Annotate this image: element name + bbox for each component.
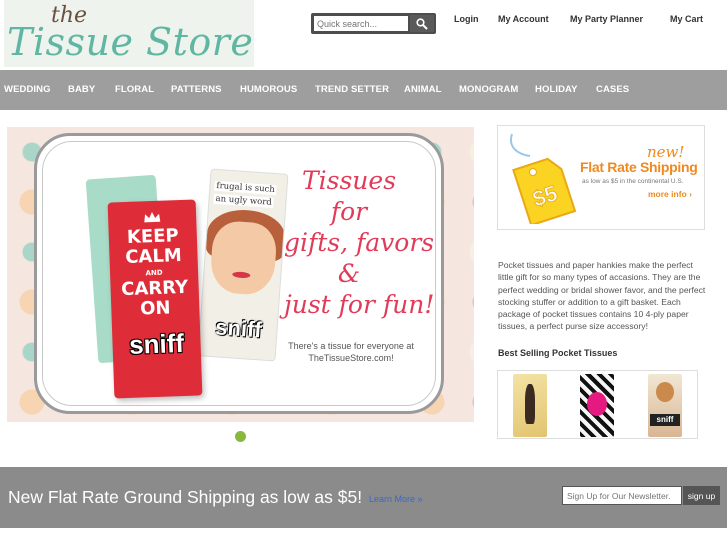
flat-rate-promo[interactable]: $5 new! Flat Rate Shipping as low as $5 … xyxy=(497,125,705,230)
promo-more-link[interactable]: more info › xyxy=(648,189,692,199)
product-thumb-2[interactable] xyxy=(580,374,614,437)
search-icon xyxy=(416,17,428,30)
tagline-line1: Tissues xyxy=(301,166,397,195)
login-link[interactable]: Login xyxy=(454,14,479,24)
product-thumb-3[interactable]: sniff xyxy=(648,374,682,437)
logo-title: Tissue Store xyxy=(7,20,254,64)
party-planner-link[interactable]: My Party Planner xyxy=(570,14,643,24)
price-tag-icon: $5 xyxy=(510,133,577,224)
nav-item-patterns[interactable]: PATTERNS xyxy=(171,84,222,95)
site-header: the Tissue Store Login My Account My Par… xyxy=(0,0,727,70)
site-logo[interactable]: the Tissue Store xyxy=(4,0,254,67)
nav-item-humorous[interactable]: HUMOROUS xyxy=(240,84,297,95)
promo-subtitle: as low as $5 in the continental U.S. xyxy=(582,178,684,185)
retro-caption-line1: frugal is such xyxy=(214,180,278,196)
newsletter-signup-button[interactable]: sign up xyxy=(683,486,720,505)
retro-face xyxy=(209,219,278,297)
keep-calm-brand: sniff xyxy=(128,328,185,360)
crown-icon xyxy=(144,212,161,223)
nav-item-baby[interactable]: BABY xyxy=(68,84,95,95)
nav-item-monogram[interactable]: MONOGRAM xyxy=(459,84,518,95)
my-cart-link[interactable]: My Cart xyxy=(670,14,703,24)
tagline-line5: just for fun! xyxy=(284,290,435,319)
retro-caption: frugal is such an ugly word xyxy=(213,180,283,211)
tissue-pack-retro: frugal is such an ugly word sniff xyxy=(197,168,289,362)
retro-caption-line2: an ugly word xyxy=(213,193,275,208)
tissue-pack-keep-calm: KEEP CALM AND CARRY ON sniff xyxy=(107,199,203,399)
product-thumb-2-monogram xyxy=(587,392,607,416)
search-box xyxy=(311,13,436,34)
nav-item-wedding[interactable]: WEDDING xyxy=(4,84,51,95)
product-thumb-1-figure xyxy=(525,384,535,424)
product-thumb-3-brand: sniff xyxy=(650,414,680,426)
tagline-line2: for xyxy=(330,197,368,226)
best-selling-products: sniff xyxy=(497,370,698,439)
search-button[interactable] xyxy=(410,15,434,32)
tagline-line3: gifts, favors xyxy=(284,228,435,257)
slider-dot[interactable] xyxy=(235,431,246,442)
my-account-link[interactable]: My Account xyxy=(498,14,549,24)
nav-item-animal[interactable]: ANIMAL xyxy=(404,84,442,95)
newsletter-input[interactable] xyxy=(562,486,682,505)
search-input[interactable] xyxy=(314,16,408,31)
main-nav: WEDDING BABY FLORAL PATTERNS HUMOROUS TR… xyxy=(0,70,727,110)
retro-brand: sniff xyxy=(214,314,263,343)
nav-item-holiday[interactable]: HOLIDAY xyxy=(535,84,578,95)
best-selling-heading: Best Selling Pocket Tissues xyxy=(498,348,618,358)
promo-title: Flat Rate Shipping xyxy=(580,159,698,175)
tagline-line4: & xyxy=(337,259,361,288)
learn-more-link[interactable]: Learn More » xyxy=(369,494,423,504)
hero-subline: There's a tissue for everyone at TheTiss… xyxy=(288,341,414,363)
keep-calm-keep: KEEP CALM xyxy=(124,225,183,269)
store-description: Pocket tissues and paper hankies make th… xyxy=(498,260,706,332)
banner-text: New Flat Rate Ground Shipping as low as … xyxy=(8,487,363,507)
keep-calm-carry: CARRY ON xyxy=(120,276,189,320)
hero-slide[interactable]: frugal is such an ugly word sniff KEEP CA… xyxy=(7,127,474,422)
product-thumb-1[interactable] xyxy=(513,374,547,437)
product-thumb-3-face xyxy=(656,382,674,402)
nav-item-floral[interactable]: FLORAL xyxy=(115,84,154,95)
hero-tagline: Tissues for gifts, favors & just for fun… xyxy=(284,165,435,320)
nav-item-cases[interactable]: CASES xyxy=(596,84,629,95)
nav-item-trend-setter[interactable]: TREND SETTER xyxy=(315,84,389,95)
